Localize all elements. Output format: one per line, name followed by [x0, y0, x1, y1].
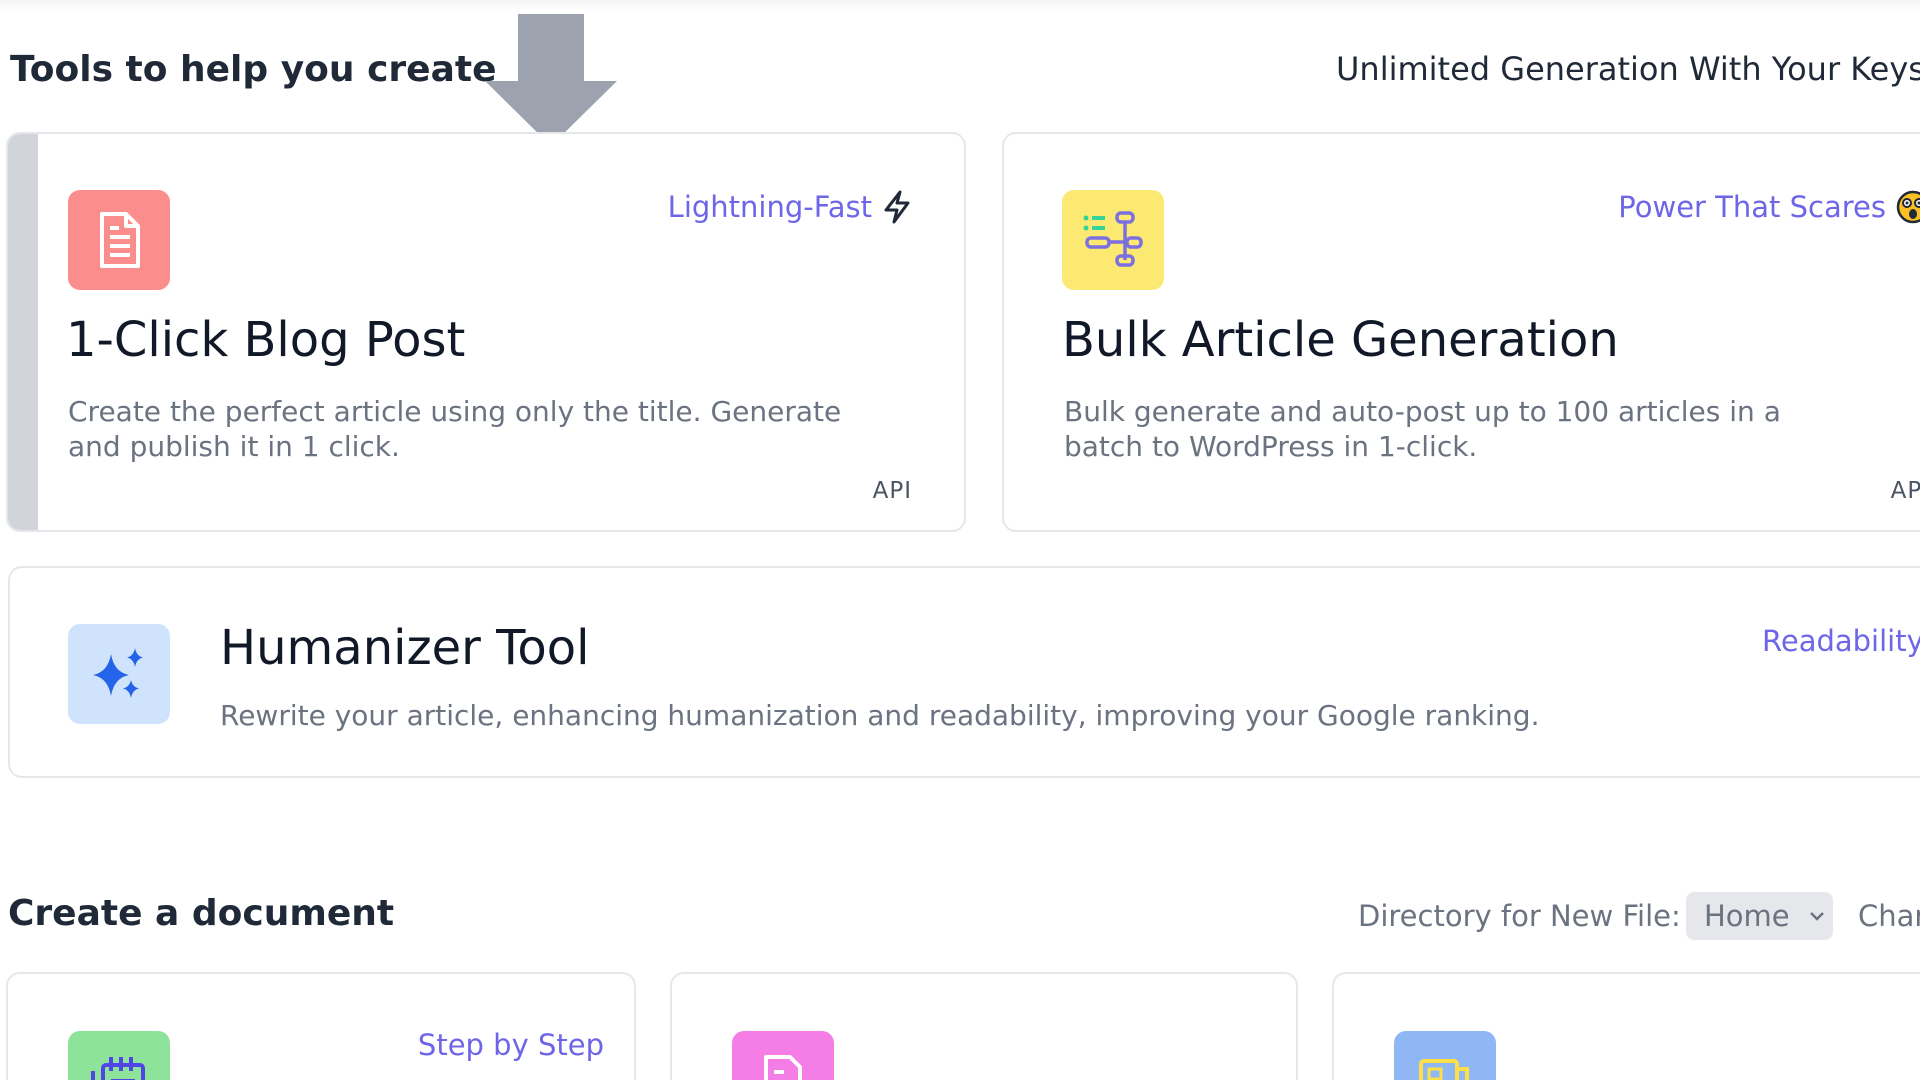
- description-line: Bulk generate and auto-post up to 100 ar…: [1064, 395, 1781, 428]
- down-arrow-icon: [485, 14, 617, 146]
- document-icon: [68, 190, 170, 290]
- description-line: Create the perfect article using only th…: [68, 395, 842, 428]
- card-title: 1-Click Blog Post: [66, 312, 466, 368]
- card-title: Bulk Article Generation: [1062, 312, 1619, 368]
- description-line: batch to WordPress in 1-click.: [1064, 430, 1478, 463]
- top-fade: [0, 0, 1920, 12]
- doc-card[interactable]: Step by Step: [6, 972, 636, 1080]
- card-description: Create the perfect article using only th…: [68, 394, 888, 464]
- lightning-icon: [884, 190, 910, 224]
- tools-section-title: Tools to help you create: [10, 49, 497, 90]
- readability-badge: Readability: [1762, 624, 1920, 658]
- notebook-icon: [68, 1031, 170, 1080]
- workflow-icon: [1062, 190, 1164, 290]
- card-left-accent: [8, 134, 38, 530]
- humanizer-card[interactable]: Humanizer Tool Rewrite your article, enh…: [8, 566, 1920, 778]
- lightning-fast-badge: Lightning-Fast: [668, 190, 912, 224]
- doc-card[interactable]: [1332, 972, 1920, 1080]
- directory-select[interactable]: Home: [1686, 892, 1833, 940]
- trailing-label: Char: [1858, 899, 1920, 933]
- chevron-down-icon: [1809, 912, 1824, 921]
- documents-section-title: Create a document: [8, 893, 395, 934]
- card-description: Bulk generate and auto-post up to 100 ar…: [1064, 394, 1884, 464]
- badge-label: Power That Scares: [1618, 190, 1886, 224]
- checklist-document-icon: [732, 1031, 834, 1080]
- badge-label: Lightning-Fast: [667, 190, 872, 224]
- blog-post-card[interactable]: Lightning-Fast 1-Click Blog Post Create …: [6, 132, 966, 532]
- doc-card[interactable]: [670, 972, 1298, 1080]
- card-description: Rewrite your article, enhancing humaniza…: [220, 699, 1540, 732]
- directory-select-value: Home: [1704, 899, 1790, 933]
- power-that-scares-badge: Power That Scares: [1618, 190, 1920, 224]
- unlimited-generation-note: Unlimited Generation With Your Keys: [1336, 50, 1920, 88]
- newspaper-icon: [1394, 1031, 1496, 1080]
- sparkles-icon: [68, 624, 170, 724]
- step-by-step-badge: Step by Step: [417, 1028, 604, 1062]
- scared-face-emoji: [1896, 190, 1920, 224]
- api-tag: API: [872, 478, 912, 504]
- description-line: and publish it in 1 click.: [68, 430, 400, 463]
- bulk-article-card[interactable]: Power That Scares Bulk Article Generatio…: [1002, 132, 1920, 532]
- card-title: Humanizer Tool: [220, 620, 590, 676]
- api-tag: API: [1890, 478, 1920, 504]
- directory-label: Directory for New File:: [1358, 899, 1681, 933]
- page: Tools to help you create Unlimited Gener…: [0, 0, 1920, 1080]
